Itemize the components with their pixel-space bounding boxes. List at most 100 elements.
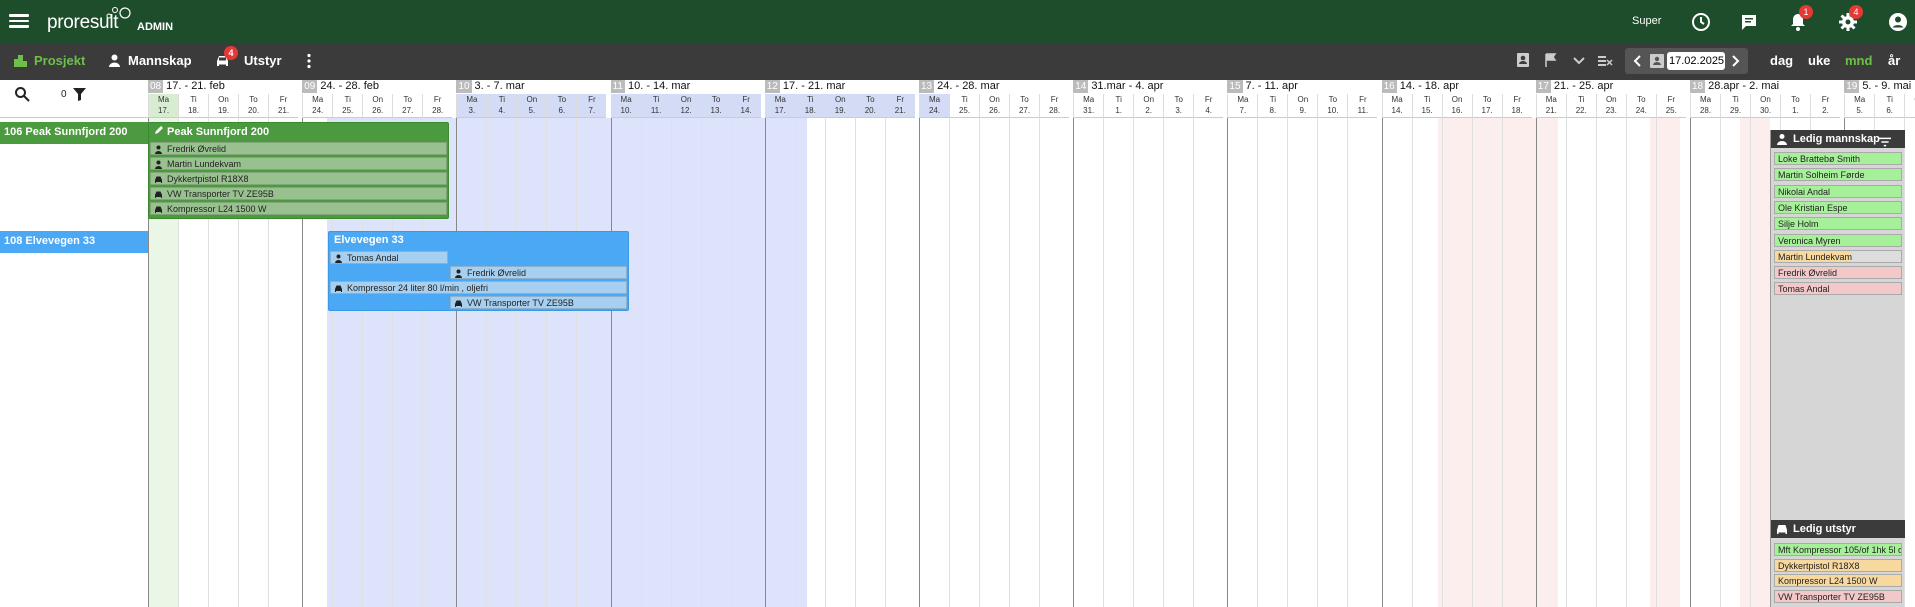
day-column[interactable]	[546, 94, 576, 607]
week-label: 31.mar - 4. apr	[1091, 80, 1164, 92]
day-column[interactable]	[794, 94, 825, 607]
mode-dag-button[interactable]: dag	[1770, 53, 1793, 68]
assignment-item[interactable]: Fredrik Øvrelid	[150, 142, 447, 155]
available-equipment-item[interactable]: Mft Kompressor 105/of 1hk 5l o	[1774, 543, 1902, 556]
day-column[interactable]	[1287, 94, 1317, 607]
available-crew-item[interactable]: Tomas Andal	[1774, 282, 1902, 296]
day-column[interactable]	[1039, 94, 1069, 607]
day-column[interactable]	[1625, 94, 1656, 607]
day-column[interactable]	[730, 94, 761, 607]
day-column[interactable]	[1535, 94, 1566, 607]
available-crew-item[interactable]: Martin Solheim Førde	[1774, 168, 1902, 182]
project-row-peak[interactable]: 106 Peak Sunnfjord 200	[0, 122, 148, 144]
contact-card-icon[interactable]	[1515, 52, 1531, 68]
day-column[interactable]	[486, 94, 516, 607]
day-column[interactable]	[1103, 94, 1133, 607]
assignment-item[interactable]: Fredrik Øvrelid	[450, 266, 627, 279]
day-column[interactable]	[1317, 94, 1347, 607]
assignment-item[interactable]: Tomas Andal	[330, 251, 448, 264]
crew-panel-header[interactable]: Ledig mannskap	[1771, 130, 1905, 148]
clear-list-icon[interactable]	[1597, 52, 1613, 68]
day-column[interactable]	[1257, 94, 1287, 607]
day-header: Fr 14.	[730, 94, 761, 118]
more-vert-icon[interactable]	[306, 53, 312, 69]
mode-ar-button[interactable]: år	[1888, 53, 1900, 68]
assignment-item[interactable]: Kompressor 24 liter 80 l/min , oljefri	[330, 281, 627, 294]
day-column[interactable]	[1595, 94, 1626, 607]
assignment-item[interactable]: VW Transporter TV ZE95B	[150, 187, 447, 200]
account-icon[interactable]	[1887, 11, 1909, 33]
day-column[interactable]	[854, 94, 885, 607]
date-input[interactable]	[1667, 52, 1725, 70]
assignment-item[interactable]: Martin Lundekvam	[150, 157, 447, 170]
available-crew-item[interactable]: Martin Lundekvam	[1774, 249, 1902, 263]
available-crew-item[interactable]: Silje Holm	[1774, 217, 1902, 231]
chevron-down-icon[interactable]	[1571, 52, 1587, 68]
edit-icon[interactable]	[154, 125, 164, 135]
available-equipment-item[interactable]: VW Transporter TV ZE95B	[1774, 589, 1902, 603]
clock-icon[interactable]	[1690, 11, 1712, 33]
day-column[interactable]	[1441, 94, 1472, 607]
day-column[interactable]	[1009, 94, 1039, 607]
day-column[interactable]	[764, 94, 795, 607]
tab-mannskap[interactable]: Mannskap	[107, 53, 192, 68]
day-column[interactable]	[576, 94, 606, 607]
mode-uke-button[interactable]: uke	[1808, 53, 1830, 68]
equipment-panel-header[interactable]: Ledig utstyr	[1771, 520, 1905, 538]
day-column[interactable]	[1073, 94, 1103, 607]
day-column[interactable]	[884, 94, 915, 607]
day-column[interactable]	[610, 94, 641, 607]
mode-mnd-button[interactable]: mnd	[1845, 53, 1872, 68]
tab-utstyr[interactable]: 4 Utstyr	[215, 46, 282, 68]
bell-icon[interactable]: 1	[1787, 5, 1813, 33]
day-column[interactable]	[1565, 94, 1596, 607]
filter-icon[interactable]	[73, 88, 86, 101]
available-equipment-item[interactable]: Dykkertpistol R18X8	[1774, 558, 1902, 572]
day-column[interactable]	[919, 94, 949, 607]
next-chevron-icon[interactable]	[1730, 53, 1742, 69]
flag-icon[interactable]	[1543, 52, 1559, 68]
day-column[interactable]	[1501, 94, 1532, 607]
day-column[interactable]	[1720, 94, 1750, 607]
search-icon[interactable]	[14, 86, 30, 102]
weekday-label: To	[711, 95, 721, 104]
available-crew-item[interactable]: Loke Brattebø Smith	[1774, 152, 1902, 165]
day-column[interactable]	[1655, 94, 1686, 607]
menu-icon[interactable]	[9, 11, 29, 31]
day-column[interactable]	[1163, 94, 1193, 607]
day-column[interactable]	[1347, 94, 1377, 607]
prev-chevron-icon[interactable]	[1631, 53, 1643, 69]
day-column[interactable]	[949, 94, 979, 607]
day-header: Ma 24.	[919, 94, 949, 118]
day-column[interactable]	[640, 94, 671, 607]
settings-icon[interactable]: 4	[1837, 5, 1863, 33]
assignment-item[interactable]: Kompressor L24 1500 W	[150, 202, 447, 215]
day-column[interactable]	[1690, 94, 1720, 607]
day-column[interactable]	[1133, 94, 1163, 607]
available-equipment-item[interactable]: Kompressor L24 1500 W	[1774, 574, 1902, 587]
available-crew-item[interactable]: Veronica Myren	[1774, 233, 1902, 247]
day-column[interactable]	[670, 94, 701, 607]
day-column[interactable]	[979, 94, 1009, 607]
assignment-item[interactable]: Dykkertpistol R18X8	[150, 172, 447, 185]
day-column[interactable]	[1471, 94, 1502, 607]
day-column[interactable]	[456, 94, 486, 607]
day-column[interactable]	[1227, 94, 1257, 607]
project-row-elvevegen[interactable]: 108 Elvevegen 33	[0, 231, 148, 253]
available-crew-item[interactable]: Ole Kristian Espe	[1774, 200, 1902, 214]
day-column[interactable]	[516, 94, 546, 607]
available-crew-item[interactable]: Fredrik Øvrelid	[1774, 266, 1902, 280]
day-column[interactable]	[700, 94, 731, 607]
assignment-item[interactable]: VW Transporter TV ZE95B	[450, 296, 627, 309]
day-column[interactable]	[1381, 94, 1412, 607]
user-name[interactable]: Super	[1632, 15, 1661, 27]
available-crew-item[interactable]: Nikolai Andal	[1774, 184, 1902, 198]
chat-icon[interactable]	[1738, 11, 1760, 33]
day-column[interactable]	[1411, 94, 1442, 607]
day-column[interactable]	[1904, 94, 1915, 607]
calendar-person-icon[interactable]	[1649, 53, 1665, 69]
weekday-label: Fr	[896, 95, 905, 104]
day-column[interactable]	[1193, 94, 1223, 607]
day-column[interactable]	[824, 94, 855, 607]
tab-prosjekt[interactable]: Prosjekt	[13, 53, 85, 68]
